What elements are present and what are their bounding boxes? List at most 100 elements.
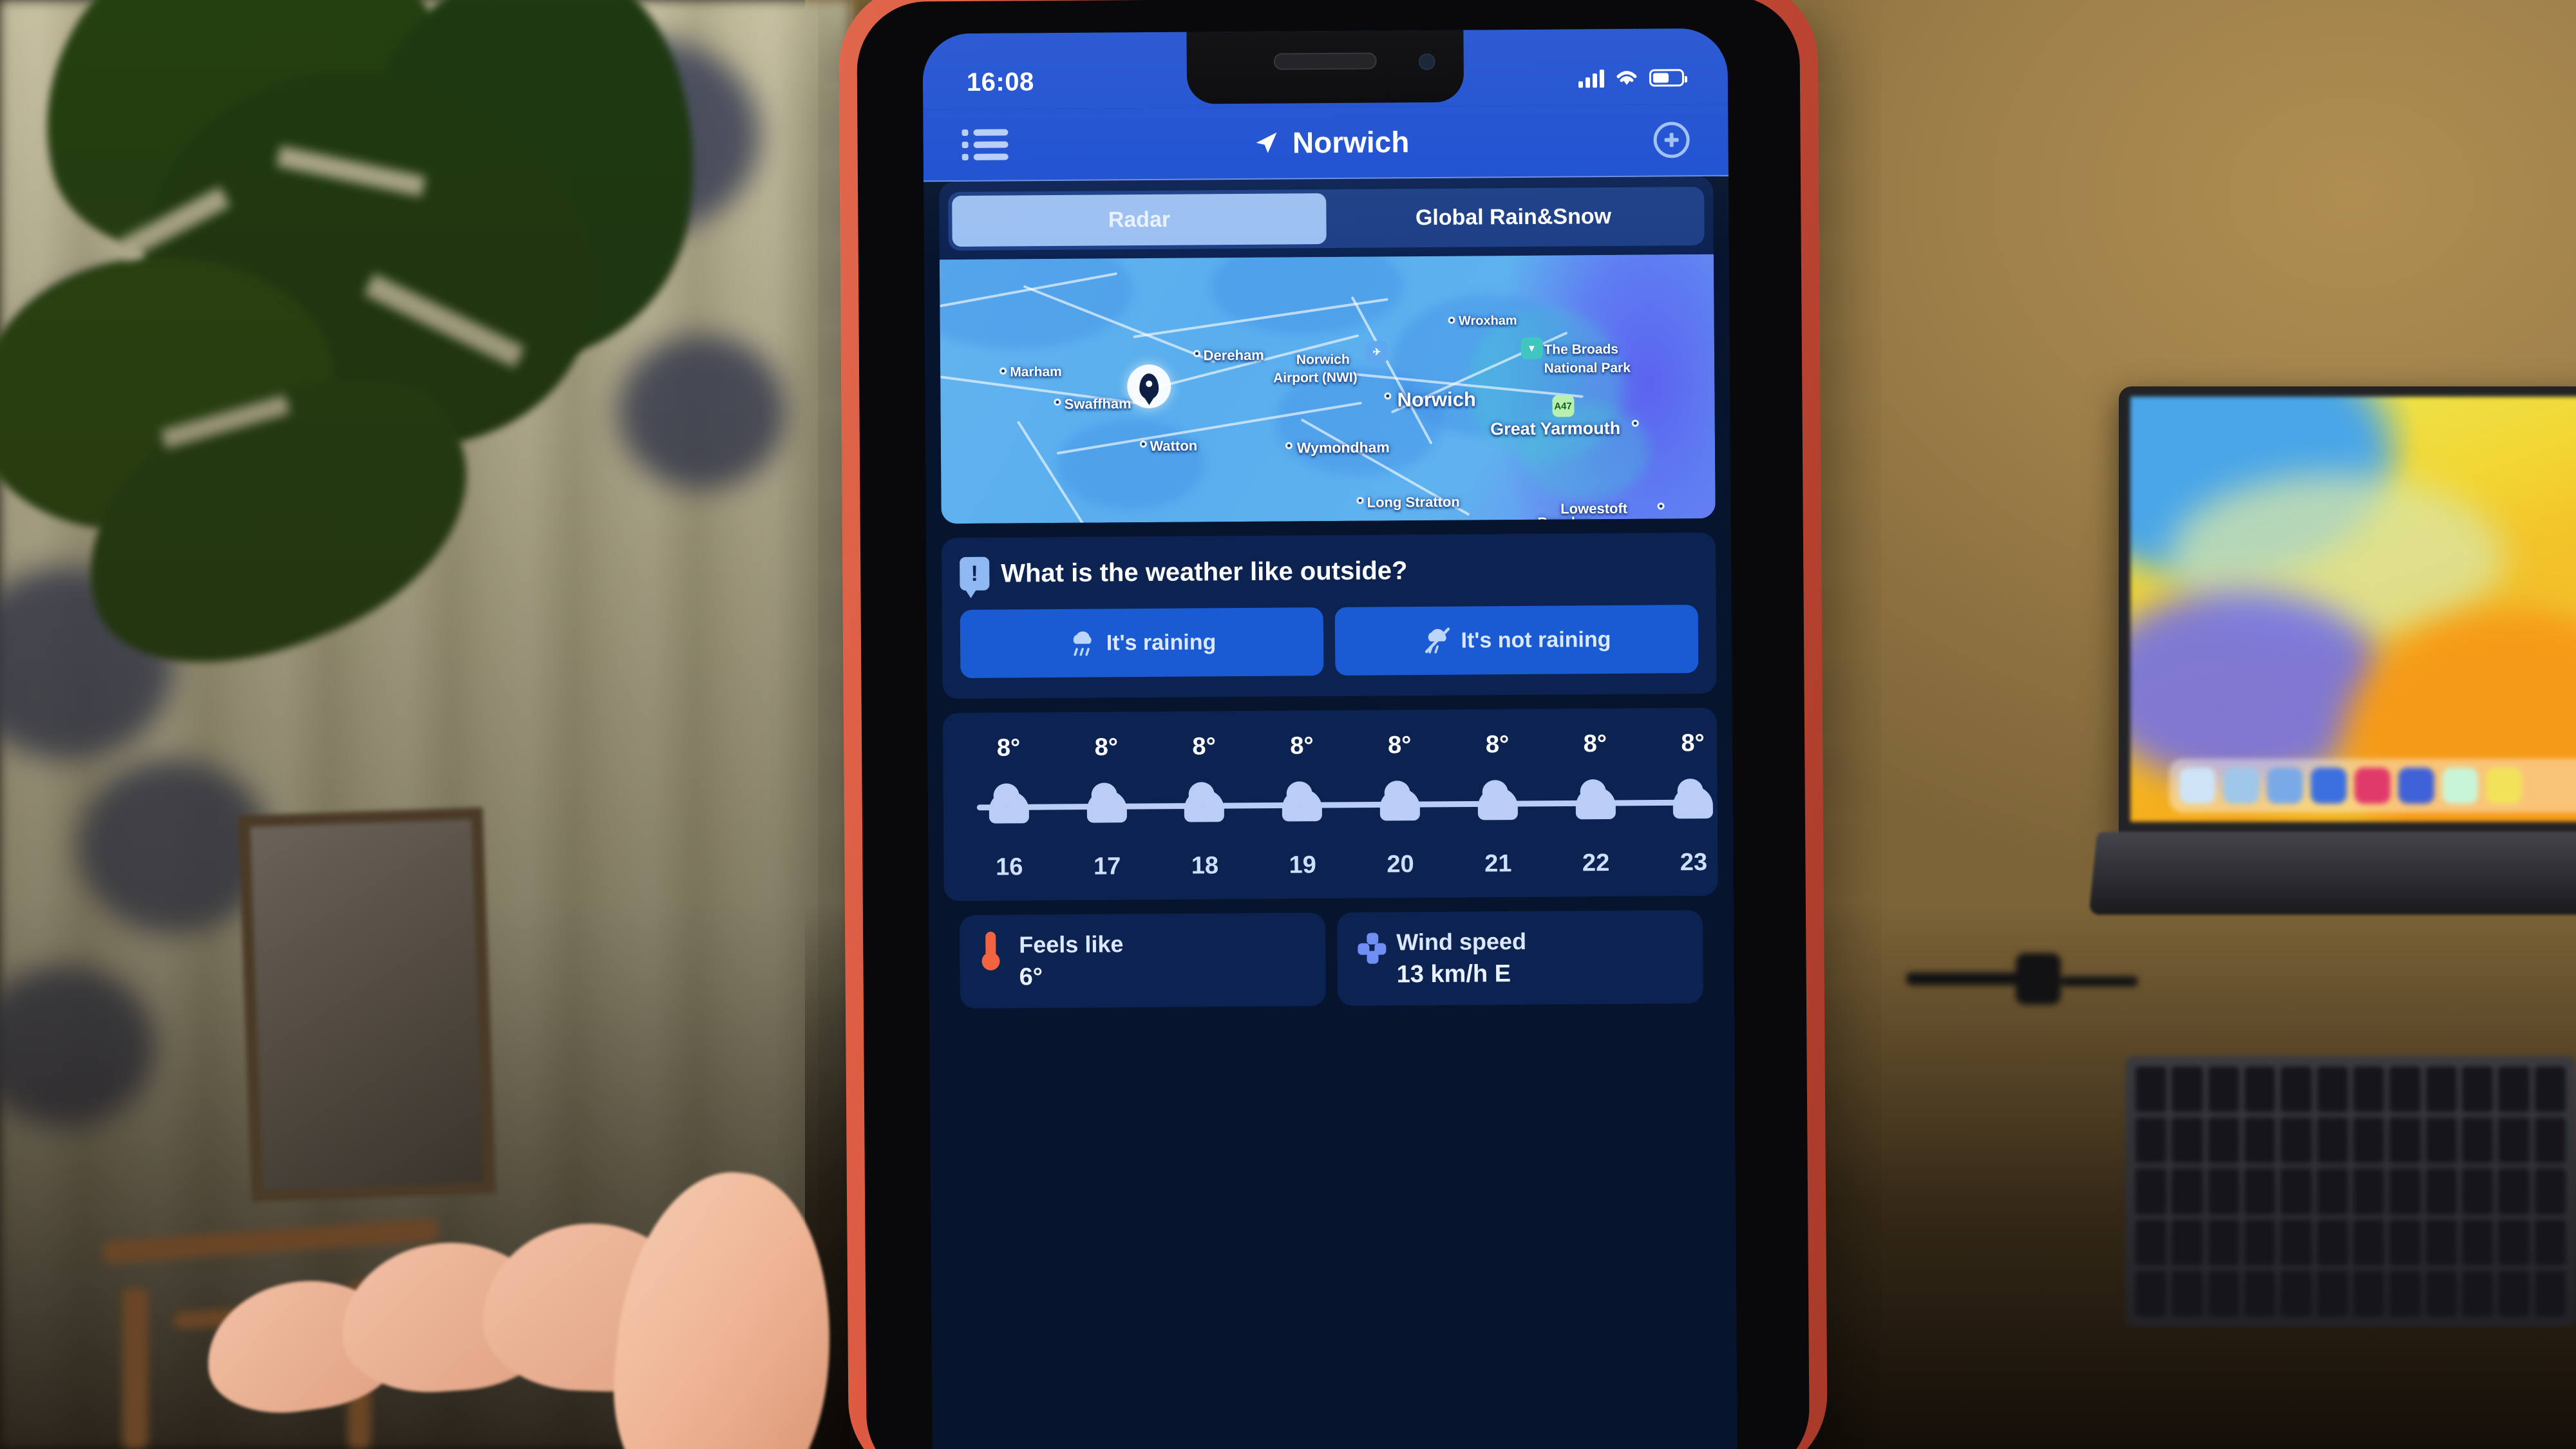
nav-title-group[interactable]: Norwich [1253, 124, 1410, 160]
airport-icon[interactable]: ✈ [1365, 341, 1388, 363]
tab-radar[interactable]: Radar [952, 193, 1327, 247]
map-label: Marham [1010, 364, 1062, 380]
cloud-icon [1379, 788, 1421, 821]
battery-icon [1649, 68, 1685, 87]
hourly-hour-cell: 16 [960, 853, 1058, 882]
hourly-temp-cell: 8° [1448, 731, 1546, 759]
cloud-icon [1477, 788, 1518, 820]
feels-like-label: Feels like [1019, 931, 1124, 958]
location-arrow-icon [1256, 132, 1277, 153]
map-label: Wymondham [1296, 439, 1390, 457]
its-not-raining-button[interactable]: It's not raining [1334, 605, 1699, 676]
stats-row: Feels like 6° Wind speed 13 km/h E [944, 909, 1719, 1009]
hourly-hour-cell: 21 [1449, 850, 1547, 878]
rain-cloud-icon [1073, 631, 1092, 656]
its-raining-label: It's raining [1106, 629, 1217, 655]
map-place-dot [1054, 399, 1061, 406]
hourly-temp-cell: 8° [960, 734, 1057, 762]
laptop-screen-wallpaper [2130, 397, 2576, 822]
hourly-icon-cell [960, 791, 1058, 824]
cloud-icon [1086, 790, 1127, 823]
phone-notch [1186, 30, 1464, 104]
map-label: Swaffham [1064, 395, 1132, 413]
road-shield-a47[interactable]: A47 [1551, 395, 1575, 417]
map-label: Norwich [1397, 388, 1477, 412]
hourly-hour-cell: 17 [1058, 853, 1156, 881]
map-label: Great Yarmouth [1490, 419, 1621, 439]
hourly-temp: 8° [1290, 732, 1314, 760]
map-place-dot [1285, 442, 1293, 450]
hourly-hour: 16 [996, 853, 1023, 881]
app-nav-bar: Norwich [923, 104, 1729, 182]
laptop-base [2088, 831, 2576, 915]
wind-speed-value: 13 km/h E [1396, 960, 1511, 989]
earpiece-speaker [1273, 52, 1377, 70]
scroll-content[interactable]: Radar Global Rain&Snow Marham Swaffham D… [923, 176, 1738, 1449]
its-raining-button[interactable]: It's raining [960, 607, 1324, 679]
map-label: The Broads [1544, 342, 1619, 357]
hourly-icon-cell [1449, 788, 1547, 820]
hourly-temp: 8° [1485, 731, 1510, 759]
hourly-icon-cell [1253, 789, 1351, 822]
hourly-icon-band [960, 772, 1714, 838]
hourly-hour-cell: 23 [1645, 849, 1718, 877]
plus-circle-icon[interactable] [1653, 122, 1690, 158]
hourly-icon-cell [1351, 788, 1449, 821]
question-text: What is the weather like outside? [1001, 556, 1408, 588]
tab-global-rain-snow[interactable]: Global Rain&Snow [1326, 191, 1701, 244]
hourly-hour-cell: 20 [1351, 851, 1449, 879]
cloud-icon [1282, 789, 1323, 822]
map-label: Norwich [1296, 352, 1350, 367]
laptop [2088, 386, 2576, 1030]
feels-like-value: 6° [1019, 963, 1043, 991]
signal-bars-icon [1578, 68, 1605, 88]
map-label: Beccles [1537, 513, 1591, 524]
hourly-hour: 20 [1387, 851, 1414, 878]
no-rain-cloud-icon [1425, 627, 1450, 654]
wifi-icon [1616, 71, 1637, 85]
hourly-hour: 22 [1582, 849, 1610, 877]
feels-like-card[interactable]: Feels like 6° [959, 913, 1326, 1009]
map-label: Airport (NWI) [1273, 370, 1358, 386]
page-title: Norwich [1292, 125, 1410, 160]
current-location-pin[interactable] [1127, 364, 1171, 409]
map-label: Watton [1150, 437, 1198, 454]
hourly-hour-cell: 18 [1156, 852, 1254, 880]
map-label: Dereham [1203, 347, 1264, 364]
hourly-temp-cell: 8° [1253, 732, 1350, 761]
laptop-dock [2169, 759, 2576, 813]
radar-map[interactable]: Marham Swaffham Dereham Norwich Airport (NWI… [939, 254, 1716, 524]
hourly-hour: 19 [1289, 851, 1317, 879]
hourly-temp: 8° [1387, 732, 1412, 759]
list-icon[interactable] [961, 129, 1009, 161]
hourly-icon-cell [1546, 786, 1644, 820]
hourly-forecast-card[interactable]: 8° 8° 8° 8° 8° 8° 8° 8° 16 17 18 19 20 21 22 23 [942, 707, 1718, 902]
hourly-icon-cell [1644, 786, 1718, 819]
hourly-hour: 21 [1484, 850, 1512, 878]
national-park-icon[interactable]: ▼ [1520, 337, 1543, 360]
hourly-temp: 8° [1583, 730, 1607, 758]
thermometer-icon [975, 931, 1009, 971]
front-camera [1418, 53, 1435, 71]
hourly-hour-cell: 22 [1547, 849, 1645, 878]
hourly-temp-cell: 8° [1155, 733, 1253, 761]
phone-screen: 16:08 Norwich Radar Global Rain&Snow Mar… [922, 28, 1738, 1449]
map-place-dot [1356, 497, 1364, 504]
hourly-temp: 8° [996, 734, 1021, 762]
cloud-icon [1184, 790, 1225, 822]
weather-question-card: ! What is the weather like outside? It's… [941, 532, 1717, 699]
map-place-dot [999, 367, 1007, 375]
speech-bubble-alert-icon: ! [960, 556, 990, 591]
hourly-icon-cell [1155, 790, 1253, 822]
windmill-icon [1352, 929, 1387, 967]
its-not-raining-label: It's not raining [1461, 627, 1611, 653]
laptop-lid [2119, 386, 2576, 837]
thumb [601, 1162, 848, 1449]
hourly-temp-cell: 8° [1350, 732, 1448, 760]
hourly-hour-cell: 19 [1254, 851, 1352, 880]
wind-speed-card[interactable]: Wind speed 13 km/h E [1336, 909, 1703, 1006]
phone-device: 16:08 Norwich Radar Global Rain&Snow Mar… [838, 0, 1828, 1449]
map-place-dot [1657, 502, 1665, 510]
radar-segmented-control[interactable]: Radar Global Rain&Snow [948, 186, 1705, 251]
hourly-temp: 8° [1094, 734, 1119, 761]
